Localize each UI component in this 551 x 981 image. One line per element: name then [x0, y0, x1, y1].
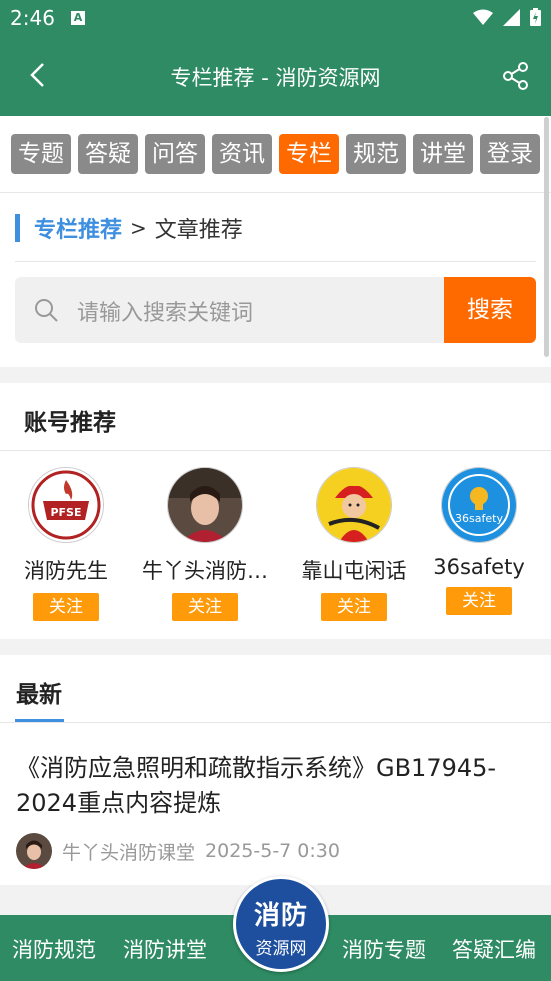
notification-icon: A — [71, 11, 85, 25]
nav-xiaofang-jiangtang[interactable]: 消防讲堂 — [123, 934, 207, 964]
section-heading: 账号推荐 — [24, 410, 116, 436]
svg-text:36safety: 36safety — [455, 512, 503, 525]
divider — [15, 261, 536, 262]
app-bar: 专栏推荐 - 消防资源网 — [0, 36, 551, 116]
nav-dayi-huibian[interactable]: 答疑汇编 — [452, 934, 536, 964]
follow-button[interactable]: 关注 — [446, 587, 512, 615]
tab-latest[interactable]: 最新 — [16, 675, 62, 709]
tab-jiangtang[interactable]: 讲堂 — [413, 134, 473, 174]
signal-icon — [503, 8, 520, 26]
author-avatar — [16, 833, 52, 869]
breadcrumb-sub: 文章推荐 — [154, 218, 243, 243]
search-icon — [35, 299, 58, 322]
tab-zhuanti[interactable]: 专题 — [11, 134, 71, 174]
wifi-icon — [473, 9, 493, 25]
divider — [0, 450, 551, 451]
nav-xiaofang-guifan[interactable]: 消防规范 — [12, 934, 96, 964]
status-time: 2:46 — [10, 6, 55, 30]
status-icons — [473, 8, 541, 26]
account-name: 牛丫头消防… — [142, 559, 268, 583]
home-logo-button[interactable]: 消防 资源网 — [233, 876, 329, 972]
search-button[interactable]: 搜索 — [444, 277, 536, 343]
category-tabs: 专题 答疑 问答 资讯 专栏 规范 讲堂 登录 — [0, 116, 551, 193]
person-photo-avatar[interactable] — [167, 467, 243, 543]
tab-zixun[interactable]: 资讯 — [212, 134, 272, 174]
breadcrumb-marker — [15, 214, 20, 242]
follow-button[interactable]: 关注 — [172, 593, 238, 621]
logo-text-sub: 资源网 — [255, 939, 307, 959]
account-name: 靠山屯闲话 — [301, 559, 407, 583]
search-panel: 专栏推荐 > 文章推荐 请输入搜索关键词 搜索 — [0, 193, 551, 367]
breadcrumb-main[interactable]: 专栏推荐 — [34, 212, 122, 244]
tab-denglu[interactable]: 登录 — [480, 134, 540, 174]
account-name: 消防先生 — [24, 559, 108, 583]
svg-text:PFSE: PFSE — [50, 506, 81, 519]
follow-button[interactable]: 关注 — [33, 593, 99, 621]
tab-zhuanlan[interactable]: 专栏 — [279, 134, 339, 174]
breadcrumb-separator: > — [130, 216, 147, 240]
article-meta: 牛丫头消防课堂 2025-5-7 0:30 — [16, 833, 340, 869]
account-item[interactable]: 靠山屯闲话 关注 — [284, 467, 424, 621]
search-input[interactable]: 请输入搜索关键词 — [77, 295, 253, 327]
article-title[interactable]: 《消防应急照明和疏散指示系统》GB17945-2024重点内容提炼 — [16, 751, 536, 821]
status-bar: 2:46 A — [0, 0, 551, 36]
page-title: 专栏推荐 - 消防资源网 — [170, 66, 381, 90]
account-recommendations: 账号推荐 PFSE 消防先生 关注 牛丫头消防… 关注 靠山屯闲话 关注 36s… — [0, 383, 551, 639]
scrollbar[interactable] — [544, 117, 549, 357]
tab-guifan[interactable]: 规范 — [346, 134, 406, 174]
divider — [0, 722, 551, 723]
battery-icon — [530, 8, 541, 26]
follow-button[interactable]: 关注 — [321, 593, 387, 621]
account-item[interactable]: PFSE 消防先生 关注 — [0, 467, 136, 621]
article-author[interactable]: 牛丫头消防课堂 — [62, 838, 195, 865]
breadcrumb: 专栏推荐 > 文章推荐 — [15, 213, 243, 243]
logo-text-main: 消防 — [253, 901, 308, 931]
pfse-logo-avatar[interactable]: PFSE — [28, 467, 104, 543]
tab-wenda[interactable]: 问答 — [145, 134, 205, 174]
tab-dayi[interactable]: 答疑 — [78, 134, 138, 174]
share-icon[interactable] — [501, 61, 531, 91]
account-name: 36safety — [433, 555, 525, 579]
36safety-logo-avatar[interactable]: 36safety — [441, 467, 517, 543]
search-box: 请输入搜索关键词 搜索 — [15, 277, 536, 343]
account-item[interactable]: 牛丫头消防… 关注 — [135, 467, 275, 621]
account-item[interactable]: 36safety 36safety 关注 — [409, 467, 549, 615]
latest-section: 最新 《消防应急照明和疏散指示系统》GB17945-2024重点内容提炼 牛丫头… — [0, 655, 551, 885]
firefighter-cartoon-avatar[interactable] — [316, 467, 392, 543]
nav-xiaofang-zhuanti[interactable]: 消防专题 — [342, 934, 426, 964]
article-date: 2025-5-7 0:30 — [205, 840, 340, 862]
